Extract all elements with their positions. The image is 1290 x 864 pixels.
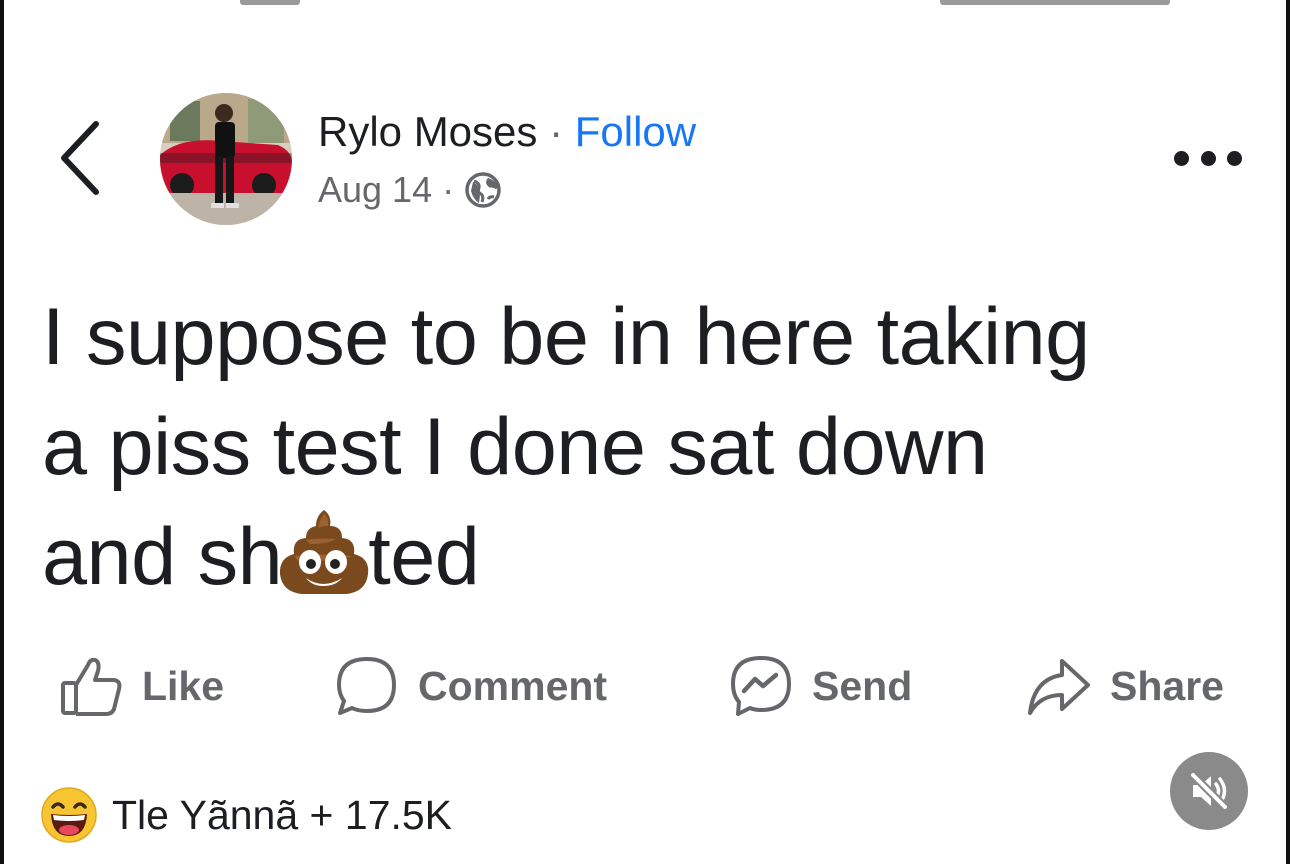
- action-bar: Like Comment Send Share: [0, 650, 1290, 722]
- post-body: I suppose to be in here taking a piss te…: [42, 282, 1252, 612]
- share-label: Share: [1110, 662, 1224, 709]
- poop-icon: [280, 510, 369, 594]
- send-label: Send: [812, 662, 913, 709]
- share-icon: [1028, 659, 1090, 715]
- messenger-icon: [731, 656, 791, 716]
- separator: ·: [442, 169, 455, 210]
- dot: [1200, 150, 1216, 166]
- reaction-summary-text: Tle Yãnnã + 17.5K: [112, 791, 453, 838]
- post-header-title: Rylo Moses · Follow: [318, 108, 696, 156]
- dot: [1227, 150, 1242, 166]
- share-button[interactable]: Share: [1026, 650, 1224, 722]
- avatar-photo: [160, 93, 292, 225]
- mute-button[interactable]: [1170, 752, 1248, 830]
- comment-label: Comment: [418, 662, 608, 709]
- thumbs-up-icon: [61, 657, 122, 716]
- chevron-left-icon: [61, 121, 99, 195]
- frame-border-left: [0, 0, 4, 864]
- post-text-line: a piss test I done sat down: [42, 402, 988, 492]
- dot: [1174, 150, 1189, 166]
- post-text-fragment: ted: [368, 512, 480, 602]
- post-date[interactable]: Aug 14: [318, 168, 432, 212]
- laughing-emoji-icon: [41, 787, 97, 843]
- like-label: Like: [142, 662, 225, 709]
- top-remnant: [940, 0, 1170, 5]
- comment-button[interactable]: Comment: [334, 650, 607, 722]
- author-name[interactable]: Rylo Moses: [318, 108, 537, 155]
- separator: ·: [549, 108, 564, 155]
- send-button[interactable]: Send: [728, 650, 912, 722]
- like-button[interactable]: Like: [58, 650, 224, 722]
- frame-border-right: [1286, 0, 1290, 864]
- reaction-summary[interactable]: Tle Yãnnã + 17.5K: [40, 782, 452, 848]
- top-remnant: [240, 0, 300, 5]
- avatar[interactable]: [160, 93, 292, 225]
- post-meta: Aug 14 ·: [318, 168, 502, 212]
- speaker-muted-icon: [1189, 771, 1229, 811]
- post-text-fragment: and sh: [42, 512, 283, 602]
- post-text-line: and sh ted: [42, 502, 1252, 612]
- follow-link[interactable]: Follow: [575, 108, 696, 155]
- back-button[interactable]: [52, 118, 112, 198]
- more-options-button[interactable]: [1172, 140, 1244, 176]
- globe-icon: [465, 172, 501, 208]
- comment-icon: [337, 657, 396, 715]
- post-text-line: I suppose to be in here taking: [42, 292, 1090, 382]
